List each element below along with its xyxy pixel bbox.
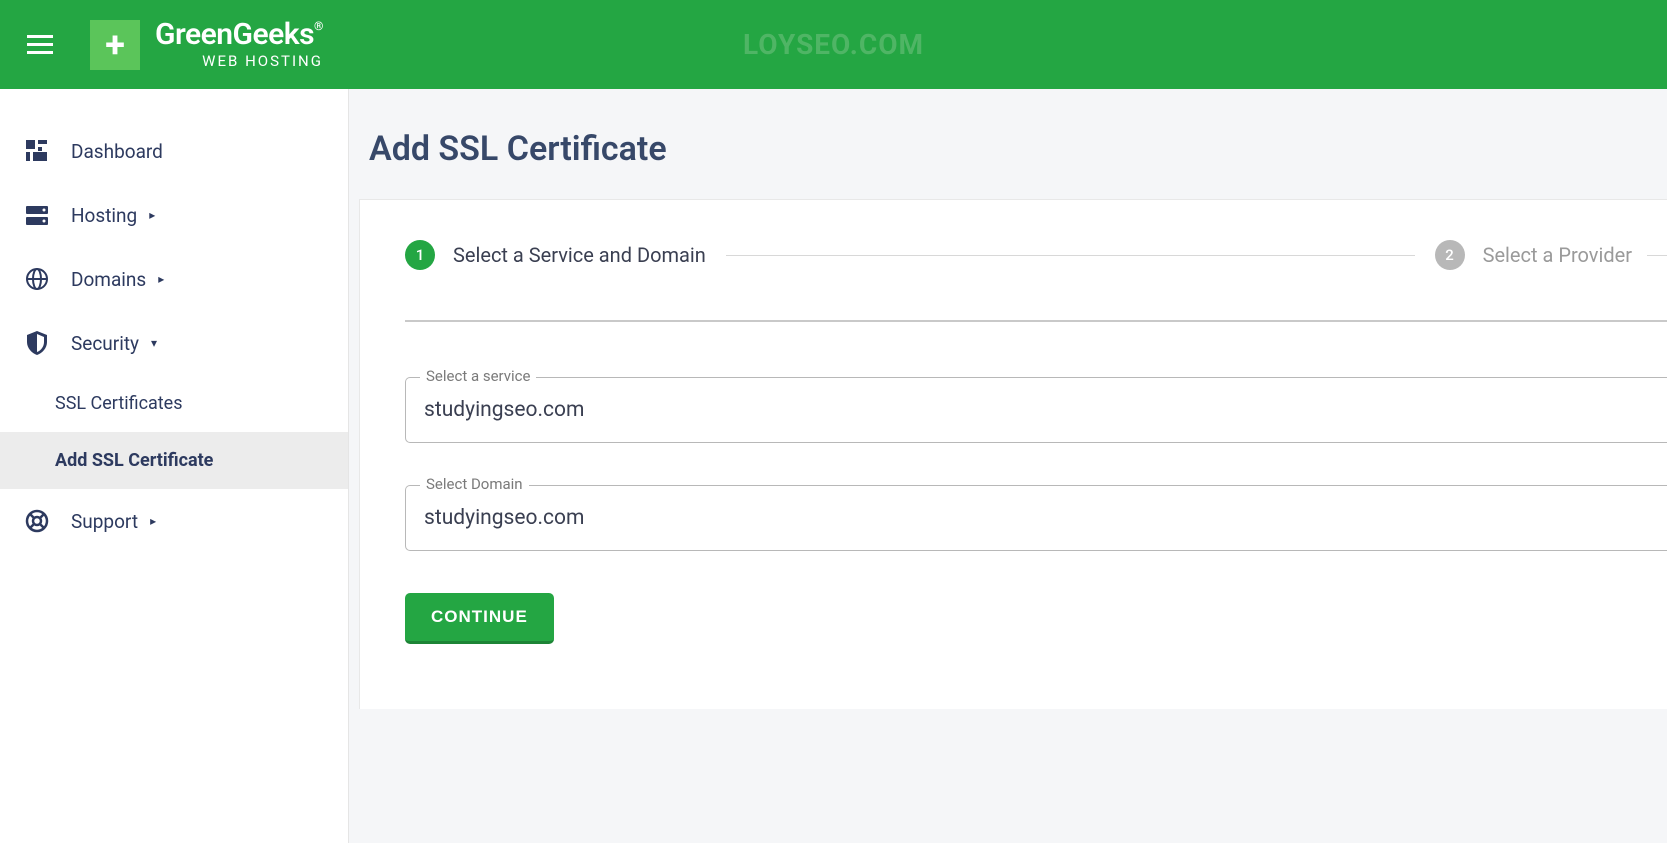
step-2-circle: 2 (1435, 240, 1465, 270)
step-connector (726, 255, 1415, 256)
header: + GreenGeeks® WEB HOSTING LOYSEO.COM (0, 0, 1667, 89)
sidebar-item-security[interactable]: Security ▾ (0, 311, 348, 375)
step-2-label: Select a Provider (1483, 243, 1632, 267)
continue-button[interactable]: CONTINUE (405, 593, 554, 644)
logo-sub-text: WEB HOSTING (155, 52, 323, 70)
chevron-right-icon: ▸ (149, 208, 155, 222)
step-connector (1647, 255, 1667, 256)
card: 1 Select a Service and Domain 2 Select a… (359, 199, 1667, 709)
dashboard-icon (25, 139, 49, 163)
domain-field: Select Domain (405, 485, 1667, 551)
globe-icon (25, 267, 49, 291)
logo-badge: + (90, 20, 140, 70)
plus-icon: + (105, 27, 125, 63)
sidebar-item-label: Hosting (71, 204, 137, 227)
server-icon (25, 203, 49, 227)
hamburger-menu-button[interactable] (20, 25, 60, 65)
logo-main-text: GreenGeeks (155, 17, 314, 52)
sidebar-item-label: Security (71, 332, 139, 355)
sidebar-item-support[interactable]: Support ▸ (0, 489, 348, 553)
sidebar-subitem-ssl-certificates[interactable]: SSL Certificates (0, 375, 348, 432)
sidebar-item-hosting[interactable]: Hosting ▸ (0, 183, 348, 247)
watermark: LOYSEO.COM (743, 28, 924, 61)
sidebar-subitem-add-ssl-certificate[interactable]: Add SSL Certificate (0, 432, 348, 489)
page-title: Add SSL Certificate (359, 129, 1667, 169)
sidebar-item-dashboard[interactable]: Dashboard (0, 119, 348, 183)
lifebuoy-icon (25, 509, 49, 533)
sidebar-subitem-label: SSL Certificates (55, 393, 183, 414)
sidebar-item-domains[interactable]: Domains ▸ (0, 247, 348, 311)
sidebar: Dashboard Hosting ▸ Domains ▸ Security ▾… (0, 89, 349, 843)
step-2: 2 Select a Provider (1435, 240, 1632, 270)
sidebar-item-label: Domains (71, 268, 146, 291)
form-area: Select a service Select Domain CONTINUE (405, 320, 1667, 644)
logo[interactable]: + GreenGeeks® WEB HOSTING (90, 20, 323, 70)
service-field-label: Select a service (420, 367, 536, 385)
logo-text: GreenGeeks® WEB HOSTING (155, 20, 323, 70)
step-1: 1 Select a Service and Domain (405, 240, 706, 270)
chevron-right-icon: ▸ (158, 272, 164, 286)
domain-field-label: Select Domain (420, 475, 529, 493)
step-1-circle: 1 (405, 240, 435, 270)
sidebar-item-label: Dashboard (71, 140, 163, 163)
sidebar-item-label: Support (71, 510, 138, 533)
chevron-right-icon: ▸ (150, 514, 156, 528)
service-select-input[interactable] (405, 377, 1667, 443)
chevron-down-icon: ▾ (151, 336, 157, 350)
stepper: 1 Select a Service and Domain 2 Select a… (405, 240, 1667, 270)
main-content: Add SSL Certificate 1 Select a Service a… (349, 89, 1667, 843)
service-field: Select a service (405, 377, 1667, 443)
domain-select-input[interactable] (405, 485, 1667, 551)
step-1-label: Select a Service and Domain (453, 243, 706, 267)
shield-icon (25, 331, 49, 355)
sidebar-subitem-label: Add SSL Certificate (55, 450, 213, 471)
